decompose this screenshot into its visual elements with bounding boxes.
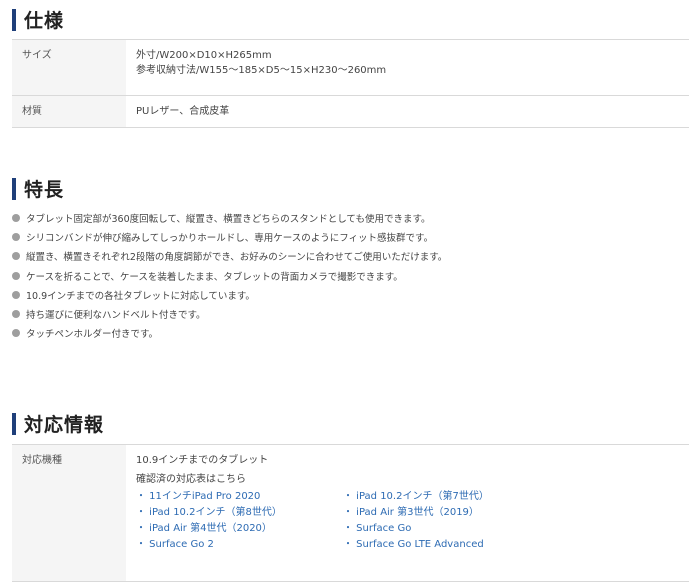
bullet-icon	[12, 310, 20, 319]
feature-item: シリコンバンドが伸び縮みしてしっかりホールドし、専用ケースのようにフィット感抜群…	[12, 227, 447, 246]
feature-text: タブレット固定部が360度回転して、縦置き、横置きどちらのスタンドとしても使用で…	[26, 213, 431, 225]
features-list: タブレット固定部が360度回転して、縦置き、横置きどちらのスタンドとしても使用で…	[12, 208, 447, 343]
features-section-title: 特長	[12, 175, 64, 202]
spec-row-size: サイズ 外寸/W200×D10×H265mm 参考収納寸法/W155～185×D…	[12, 39, 689, 96]
model-link[interactable]: ・ iPad Air 第3世代（2019）	[343, 505, 543, 520]
compat-list-heading: 確認済の対応表はこちら	[136, 474, 246, 485]
title-accent-bar	[12, 177, 16, 200]
compat-label: 対応機種	[12, 444, 126, 582]
bullet-icon	[12, 252, 20, 261]
features-title-text: 特長	[24, 179, 65, 201]
compat-title-text: 対応情報	[24, 414, 105, 436]
spec-label-material: 材質	[12, 95, 126, 128]
model-link[interactable]: ・ Surface Go 2	[136, 537, 343, 552]
spec-row-material: 材質 PUレザー、合成皮革	[12, 95, 689, 128]
feature-item: ケースを折ることで、ケースを装着したまま、タブレットの背面カメラで撮影できます。	[12, 266, 447, 285]
compat-summary: 10.9インチまでのタブレット	[136, 455, 269, 466]
feature-text: 10.9インチまでの各社タブレットに対応しています。	[26, 290, 255, 302]
feature-item: 縦置き、横置きそれぞれ2段階の角度調節ができ、お好みのシーンに合わせてご使用いた…	[12, 247, 447, 266]
bullet-icon	[12, 232, 20, 241]
spec-table: サイズ 外寸/W200×D10×H265mm 参考収納寸法/W155～185×D…	[12, 39, 689, 128]
feature-text: ケースを折ることで、ケースを装着したまま、タブレットの背面カメラで撮影できます。	[26, 271, 403, 283]
feature-text: シリコンバンドが伸び縮みしてしっかりホールドし、専用ケースのようにフィット感抜群…	[26, 232, 434, 244]
spec-section-title: 仕様	[12, 6, 64, 33]
model-link[interactable]: ・ iPad 10.2インチ（第8世代）	[136, 505, 343, 520]
spec-value-material: PUレザー、合成皮革	[126, 95, 689, 128]
feature-item: 持ち運びに便利なハンドベルト付きです。	[12, 304, 447, 323]
title-accent-bar	[12, 412, 16, 435]
feature-item: タブレット固定部が360度回転して、縦置き、横置きどちらのスタンドとしても使用で…	[12, 208, 447, 227]
feature-item: 10.9インチまでの各社タブレットに対応しています。	[12, 285, 447, 304]
spec-title-text: 仕様	[24, 10, 65, 32]
spec-label-size: サイズ	[12, 39, 126, 96]
bullet-icon	[12, 329, 20, 338]
title-accent-bar	[12, 8, 16, 31]
bullet-icon	[12, 271, 20, 280]
compat-models-grid: ・ 11インチiPad Pro 2020 ・ iPad 10.2インチ（第7世代…	[136, 489, 689, 552]
compat-row: 対応機種 10.9インチまでのタブレット 確認済の対応表はこちら ・ 11インチ…	[12, 444, 689, 582]
feature-text: 縦置き、横置きそれぞれ2段階の角度調節ができ、お好みのシーンに合わせてご使用いた…	[26, 252, 448, 264]
compat-section-title: 対応情報	[12, 410, 104, 437]
feature-item: タッチペンホルダー付きです。	[12, 324, 447, 343]
model-link[interactable]: ・ Surface Go	[343, 521, 543, 536]
bullet-icon	[12, 213, 20, 222]
size-outer: 外寸/W200×D10×H265mm	[136, 50, 272, 61]
spec-value-size: 外寸/W200×D10×H265mm 参考収納寸法/W155～185×D5～15…	[126, 39, 689, 96]
size-storage: 参考収納寸法/W155～185×D5～15×H230～260mm	[136, 65, 387, 76]
feature-text: 持ち運びに便利なハンドベルト付きです。	[26, 310, 206, 322]
model-link[interactable]: ・ iPad Air 第4世代（2020）	[136, 521, 343, 536]
material-text: PUレザー、合成皮革	[136, 106, 230, 117]
compat-table: 対応機種 10.9インチまでのタブレット 確認済の対応表はこちら ・ 11インチ…	[12, 444, 689, 582]
bullet-icon	[12, 290, 20, 299]
model-link[interactable]: ・ 11インチiPad Pro 2020	[136, 489, 343, 504]
model-link[interactable]: ・ Surface Go LTE Advanced	[343, 537, 543, 552]
compat-value: 10.9インチまでのタブレット 確認済の対応表はこちら ・ 11インチiPad …	[126, 444, 689, 582]
model-link[interactable]: ・ iPad 10.2インチ（第7世代）	[343, 489, 543, 504]
feature-text: タッチペンホルダー付きです。	[26, 329, 159, 341]
